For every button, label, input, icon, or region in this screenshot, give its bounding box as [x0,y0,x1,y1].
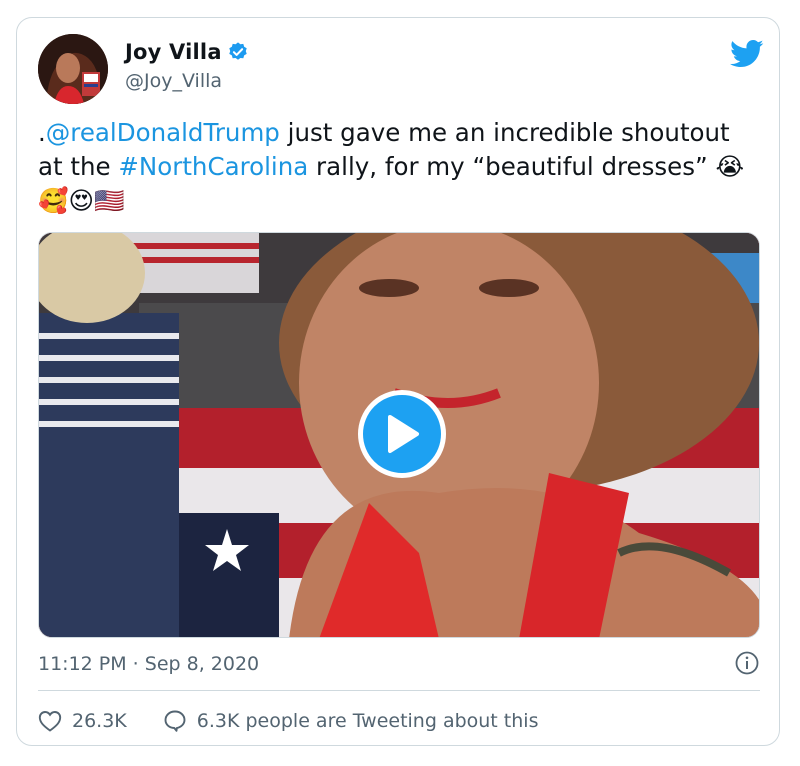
tweet-text-prefix: . [38,118,46,147]
author-name-row[interactable]: Joy Villa [125,40,249,64]
twitter-bird-icon[interactable] [730,39,764,69]
play-icon [388,415,419,453]
like-count: 26.3K [72,710,127,732]
conversation-text: 6.3K people are Tweeting about this [196,710,539,732]
video-thumbnail[interactable] [38,232,760,638]
heart-icon [38,711,62,732]
play-button[interactable] [358,390,446,478]
hashtag-link[interactable]: #NorthCarolina [118,152,308,181]
verified-badge-icon [227,41,249,63]
author-handle[interactable]: @Joy_Villa [125,70,222,92]
author-display-name[interactable]: Joy Villa [125,40,222,64]
like-button[interactable]: 26.3K [38,710,127,732]
tweet-text-end: rally, for my “beautiful dresses” [308,152,716,181]
tweet-timestamp[interactable]: 11:12 PM · Sep 8, 2020 [38,653,259,675]
tweet-card: Joy Villa @Joy_Villa .@realDonaldTrump j… [16,17,780,746]
tweet-text: .@realDonaldTrump just gave me an incred… [38,116,758,218]
avatar[interactable] [38,34,108,104]
engagement-bar: 26.3K 6.3K people are Tweeting about thi… [38,708,538,734]
conversation-link[interactable]: 6.3K people are Tweeting about this [163,709,539,733]
mention-link[interactable]: @realDonaldTrump [46,118,280,147]
info-icon[interactable] [735,651,759,675]
divider [38,690,760,691]
speech-bubble-icon [164,710,186,732]
